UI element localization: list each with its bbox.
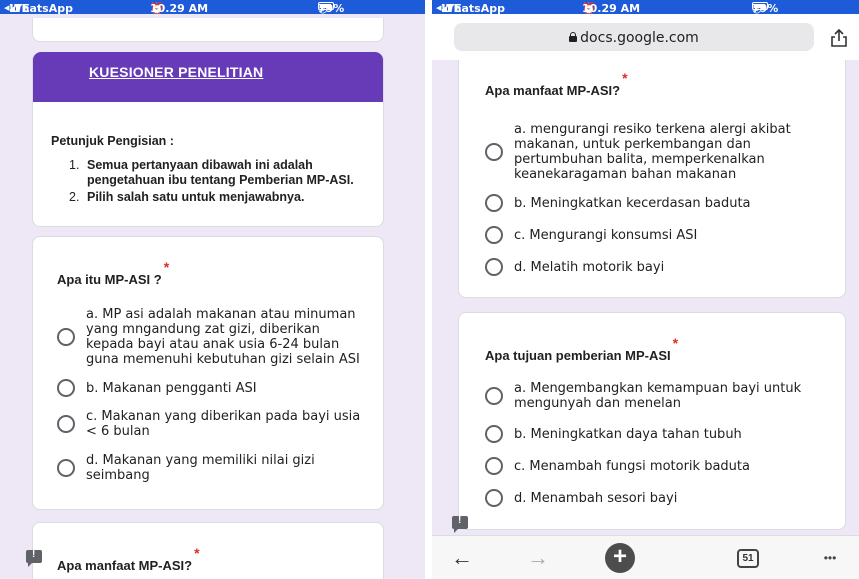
radio-button[interactable]	[57, 328, 75, 346]
question-card-q3: Apa tujuan pemberian MP-ASI* a. Mengemba…	[458, 312, 846, 530]
option-q3-c[interactable]: c. Menambah fungsi motorik baduta	[485, 457, 837, 475]
option-q1-c[interactable]: c. Makanan yang diberikan pada bayi usia…	[57, 409, 375, 439]
option-q3-a[interactable]: a. Mengembangkan kemampuan bayi untuk me…	[485, 381, 837, 411]
radio-button[interactable]	[485, 457, 503, 475]
tab-count: 51	[737, 548, 759, 568]
radio-button[interactable]	[485, 226, 503, 244]
previous-card	[32, 18, 384, 42]
feedback-icon[interactable]	[452, 515, 468, 533]
radio-button[interactable]	[485, 425, 503, 443]
battery-icon	[752, 2, 768, 10]
option-q2-a[interactable]: a. mengurangi resiko terkena alergi akib…	[485, 122, 837, 182]
status-bar: ◂ WhatsApp LTE ⏰ 10.29 AM ◎ 79%	[0, 0, 425, 15]
back-arrow-icon: ←	[451, 545, 473, 570]
option-q2-d[interactable]: d. Melatih motorik bayi	[485, 258, 837, 276]
option-q3-b[interactable]: b. Meningkatkan daya tahan tubuh	[485, 425, 837, 443]
left-phone-screen: ◂ WhatsApp LTE ⏰ 10.29 AM ◎ 79% docs.goo…	[0, 0, 425, 579]
instructions-title: Petunjuk Pengisian :	[51, 134, 174, 148]
instructions: Petunjuk Pengisian : 1. Semua pertanyaan …	[51, 134, 371, 207]
more-icon: •••	[823, 551, 837, 565]
new-tab-button[interactable]: +	[600, 536, 640, 579]
radio-button[interactable]	[485, 194, 503, 212]
question-card-q2-partial: Apa manfaat MP-ASI?*	[32, 522, 384, 579]
required-asterisk: *	[194, 545, 200, 561]
option-q2-b[interactable]: b. Meningkatkan kecerdasan baduta	[485, 194, 837, 212]
radio-button[interactable]	[57, 459, 75, 477]
browser-toolbar: ← → + 51 •••	[432, 535, 859, 579]
back-button[interactable]: ←	[442, 536, 482, 579]
radio-button[interactable]	[485, 489, 503, 507]
option-q1-a[interactable]: a. MP asi adalah makanan atau minuman ya…	[57, 307, 375, 367]
forward-arrow-icon: →	[527, 545, 549, 570]
question-title: Apa manfaat MP-ASI?*	[57, 545, 200, 573]
url-text: docs.google.com	[580, 30, 699, 46]
battery-icon	[318, 2, 334, 10]
question-card-q1: Apa itu MP-ASI ?* a. MP asi adalah makan…	[32, 236, 384, 510]
lock-icon	[569, 32, 578, 42]
instruction-item: 1. Semua pertanyaan dibawah ini adalah pe…	[69, 158, 354, 187]
instruction-item: 2. Pilih salah satu untuk menjawabnya.	[69, 190, 305, 204]
option-q1-d[interactable]: d. Makanan yang memiliki nilai gizi seim…	[57, 453, 375, 483]
required-asterisk: *	[622, 70, 628, 86]
option-q1-b[interactable]: b. Makanan pengganti ASI	[57, 379, 375, 397]
feedback-icon[interactable]	[26, 549, 42, 567]
forward-button[interactable]: →	[518, 536, 558, 579]
radio-button[interactable]	[485, 143, 503, 161]
address-bar: docs.google.com	[432, 14, 859, 60]
tab-switcher-button[interactable]: 51	[728, 536, 768, 579]
plus-icon: +	[605, 543, 635, 573]
required-asterisk: *	[163, 259, 170, 275]
question-title: Apa itu MP-ASI ?*	[57, 259, 170, 287]
form-title: KUESIONER PENELITIAN	[89, 64, 264, 80]
radio-button[interactable]	[485, 387, 503, 405]
divider	[425, 0, 432, 579]
question-card-q2: Apa manfaat MP-ASI?* a. mengurangi resik…	[458, 60, 846, 298]
share-icon[interactable]	[829, 28, 849, 48]
status-bar: ◂ WhatsApp LTE ⏰ 10.29 AM ◎ 79%	[432, 0, 859, 15]
option-q2-c[interactable]: c. Mengurangi konsumsi ASI	[485, 226, 837, 244]
more-menu-button[interactable]: •••	[810, 536, 850, 579]
radio-button[interactable]	[57, 379, 75, 397]
question-title: Apa tujuan pemberian MP-ASI*	[485, 335, 679, 363]
url-field[interactable]: docs.google.com	[454, 23, 814, 51]
option-q3-d[interactable]: d. Menambah sesori bayi	[485, 489, 837, 507]
radio-button[interactable]	[57, 415, 75, 433]
question-title: Apa manfaat MP-ASI?*	[485, 70, 628, 98]
form-header-card: KUESIONER PENELITIAN Petunjuk Pengisian …	[32, 52, 384, 227]
required-asterisk: *	[672, 335, 679, 351]
right-phone-screen: ◂ WhatsApp LTE ⏰ 10.29 AM ◎ 79% docs.goo…	[432, 0, 859, 579]
radio-button[interactable]	[485, 258, 503, 276]
